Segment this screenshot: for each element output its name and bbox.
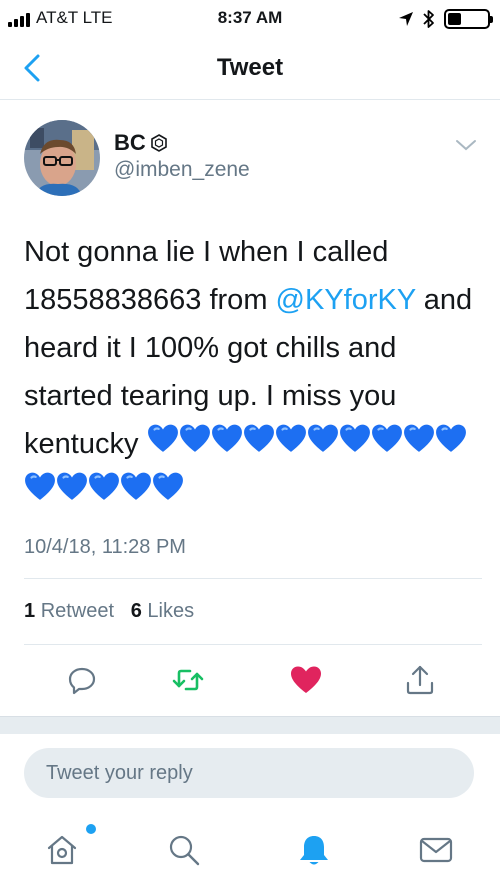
tab-messages[interactable]: [412, 826, 460, 874]
share-icon: [406, 665, 434, 695]
blue-heart-emoji: [179, 424, 210, 452]
blue-heart-emoji: [153, 472, 183, 500]
nav-bar: Tweet: [0, 36, 500, 100]
retweet-stat[interactable]: 1 Retweet: [24, 600, 114, 622]
chevron-down-icon: [456, 140, 476, 151]
retweet-icon: [172, 669, 204, 691]
blue-heart-emoji: [147, 424, 178, 452]
avatar[interactable]: [24, 120, 100, 196]
retweet-button[interactable]: [168, 660, 208, 700]
tab-home[interactable]: [38, 826, 86, 874]
notification-dot: [86, 824, 96, 834]
blue-heart-emoji: [403, 424, 434, 452]
reply-icon: [68, 667, 96, 695]
like-icon: [291, 666, 321, 693]
reply-input[interactable]: Tweet your reply: [24, 748, 474, 798]
divider: [24, 644, 482, 645]
search-icon: [169, 835, 200, 866]
display-name[interactable]: BC: [114, 130, 168, 156]
blue-heart-emoji: [307, 424, 338, 452]
mention-link[interactable]: @KYforKY: [276, 284, 416, 316]
tweet-text: Not gonna lie I when I called 1855883866…: [24, 228, 484, 516]
like-button[interactable]: [286, 660, 326, 700]
tweet-options-button[interactable]: [454, 136, 478, 154]
blue-heart-emoji: [275, 424, 306, 452]
blue-heart-emoji: [339, 424, 370, 452]
blue-heart-emoji: [243, 424, 274, 452]
bluetooth-icon: [423, 10, 434, 28]
divider: [24, 578, 482, 579]
user-handle[interactable]: @imben_zene: [114, 158, 250, 182]
battery-icon: [444, 9, 493, 29]
messages-icon: [419, 837, 453, 863]
status-bar: AT&T LTE 8:37 AM: [0, 0, 500, 36]
retweet-count: 1: [24, 600, 36, 622]
blue-heart-emoji: [211, 424, 242, 452]
home-icon: [47, 835, 77, 865]
display-name-text: BC: [114, 130, 146, 155]
blue-heart-emoji: [89, 472, 119, 500]
retweet-label: Retweet: [40, 600, 115, 622]
location-arrow-icon: [399, 12, 413, 26]
like-count: 6: [130, 600, 142, 622]
tab-search[interactable]: [160, 826, 208, 874]
blue-heart-emoji: [25, 472, 55, 500]
like-stat[interactable]: 6 Likes: [131, 600, 194, 622]
hexagon-icon: [150, 134, 167, 152]
blue-heart-emoji: [121, 472, 151, 500]
blue-heart-emoji: [435, 424, 466, 452]
tweet-stats: 1 Retweet 6 Likes: [24, 600, 194, 623]
reply-button[interactable]: [62, 660, 102, 700]
blue-heart-emoji: [57, 472, 87, 500]
tweet-timestamp: 10/4/18, 11:28 PM: [24, 536, 186, 558]
like-label: Likes: [147, 600, 195, 622]
share-button[interactable]: [400, 660, 440, 700]
section-separator: [0, 716, 500, 734]
notifications-icon: [300, 836, 328, 865]
blue-heart-emoji: [371, 424, 402, 452]
tab-notifications[interactable]: [290, 826, 338, 874]
page-title: Tweet: [216, 54, 284, 81]
